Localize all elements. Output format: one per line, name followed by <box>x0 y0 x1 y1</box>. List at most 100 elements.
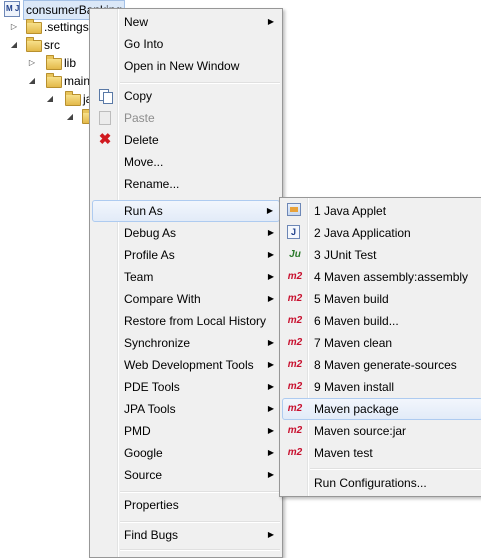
run-as-maven-assembly[interactable]: m2 4 Maven assembly:assembly <box>282 266 481 288</box>
submenu-arrow-icon: ▶ <box>267 228 274 237</box>
menu-item-label: Run Configurations... <box>314 476 427 490</box>
menu-item-pmd[interactable]: PMD ▶ <box>92 420 280 442</box>
run-as-java-applet[interactable]: 1 Java Applet <box>282 200 481 222</box>
menu-item-jpa-tools[interactable]: JPA Tools ▶ <box>92 398 280 420</box>
menu-item-label: Maven source:jar <box>314 424 407 438</box>
menu-item-find-bugs[interactable]: Find Bugs ▶ <box>92 524 280 546</box>
menu-item-go-into[interactable]: Go Into <box>92 33 280 55</box>
menu-item-delete[interactable]: ✖ Delete <box>92 129 280 151</box>
run-configurations[interactable]: Run Configurations... <box>282 472 481 494</box>
collapse-arrow-icon[interactable]: ◢ <box>8 36 20 54</box>
tree-row-lib[interactable]: ▷ lib <box>0 54 90 72</box>
menu-item-label: 6 Maven build... <box>314 314 399 328</box>
menu-item-label: Run As <box>124 204 163 218</box>
run-as-maven-test[interactable]: m2 Maven test <box>282 442 481 464</box>
menu-item-debug-as[interactable]: Debug As ▶ <box>92 222 280 244</box>
tree-row-java[interactable]: ◢ ja <box>0 90 92 108</box>
menu-separator <box>120 521 280 523</box>
menu-item-restore-from-local-history[interactable]: Restore from Local History <box>92 310 280 332</box>
submenu-arrow-icon: ▶ <box>267 338 274 347</box>
tree-item-label: lib <box>64 56 77 70</box>
java-project-icon: M J <box>4 1 20 17</box>
tree-row-package[interactable]: ◢ <box>0 108 98 126</box>
menu-item-label: PMD <box>124 424 151 438</box>
menu-item-compare-with[interactable]: Compare With ▶ <box>92 288 280 310</box>
menu-item-label: 4 Maven assembly:assembly <box>314 270 469 284</box>
menu-item-move[interactable]: Move... <box>92 151 280 173</box>
submenu-arrow-icon: ▶ <box>267 360 274 369</box>
run-as-junit-test[interactable]: Ju 3 JUnit Test <box>282 244 481 266</box>
menu-item-properties[interactable]: Properties <box>92 494 280 516</box>
submenu-arrow-icon: ▶ <box>267 404 274 413</box>
menu-item-synchronize[interactable]: Synchronize ▶ <box>92 332 280 354</box>
submenu-arrow-icon: ▶ <box>267 426 274 435</box>
run-as-submenu: 1 Java Applet J 2 Java Application Ju 3 … <box>279 197 481 497</box>
menu-item-label: Google <box>124 446 163 460</box>
menu-item-open-in-new-window[interactable]: Open in New Window <box>92 55 280 77</box>
collapse-arrow-icon[interactable]: ◢ <box>64 108 76 126</box>
run-as-maven-build[interactable]: m2 5 Maven build <box>282 288 481 310</box>
maven-icon: m2 <box>287 359 303 370</box>
submenu-arrow-icon: ▶ <box>267 294 274 303</box>
menu-item-label: Go Into <box>124 37 164 51</box>
maven-icon: m2 <box>287 447 303 458</box>
run-as-maven-clean[interactable]: m2 7 Maven clean <box>282 332 481 354</box>
run-as-java-application[interactable]: J 2 Java Application <box>282 222 481 244</box>
submenu-arrow-icon: ▶ <box>267 250 274 259</box>
submenu-arrow-icon: ▶ <box>267 530 274 539</box>
menu-separator <box>310 468 481 470</box>
menu-item-team[interactable]: Team ▶ <box>92 266 280 288</box>
menu-item-google[interactable]: Google ▶ <box>92 442 280 464</box>
menu-item-label: PDE Tools <box>124 380 180 394</box>
menu-item-pde-tools[interactable]: PDE Tools ▶ <box>92 376 280 398</box>
context-menu: New ▶ Go Into Open in New Window Copy Pa… <box>89 8 283 558</box>
collapse-arrow-icon[interactable]: ◢ <box>26 72 38 90</box>
menu-item-copy[interactable]: Copy <box>92 85 280 107</box>
maven-icon: m2 <box>287 337 303 348</box>
menu-item-label: Profile As <box>124 248 175 262</box>
menu-item-web-development-tools[interactable]: Web Development Tools ▶ <box>92 354 280 376</box>
menu-item-label: 2 Java Application <box>314 226 411 240</box>
maven-icon: m2 <box>287 271 303 282</box>
java-application-icon: J <box>287 225 300 239</box>
menu-item-label: Open in New Window <box>124 59 240 73</box>
junit-icon: Ju <box>289 249 301 260</box>
tree-row-src[interactable]: ◢ src <box>0 36 90 54</box>
run-as-maven-generate-sources[interactable]: m2 8 Maven generate-sources <box>282 354 481 376</box>
menu-item-label: Synchronize <box>124 336 191 350</box>
tree-row-main[interactable]: ◢ main <box>0 72 90 90</box>
tree-row-settings[interactable]: ▷ .settings <box>0 18 90 36</box>
menu-item-source[interactable]: Source ▶ <box>92 464 280 486</box>
menu-item-label: Compare With <box>124 292 201 306</box>
menu-item-label: Team <box>124 270 154 284</box>
submenu-arrow-icon: ▶ <box>267 17 274 26</box>
menu-item-label: Properties <box>124 498 179 512</box>
run-as-maven-source-jar[interactable]: m2 Maven source:jar <box>282 420 481 442</box>
menu-item-label: New <box>124 15 149 29</box>
menu-item-profile-as[interactable]: Profile As ▶ <box>92 244 280 266</box>
menu-item-label: Source <box>124 468 163 482</box>
menu-item-label: Maven package <box>314 402 399 416</box>
menu-item-label: Web Development Tools <box>124 358 254 372</box>
menu-item-label: 1 Java Applet <box>314 204 387 218</box>
menu-item-label: Restore from Local History <box>124 314 267 328</box>
folder-icon <box>46 55 62 70</box>
menu-item-run-as[interactable]: Run As ▶ <box>92 200 280 222</box>
expand-arrow-icon[interactable]: ▷ <box>8 18 20 36</box>
menu-item-label: 7 Maven clean <box>314 336 393 350</box>
folder-icon <box>26 37 42 52</box>
run-as-maven-build-dialog[interactable]: m2 6 Maven build... <box>282 310 481 332</box>
run-as-maven-package[interactable]: m2 Maven package <box>282 398 481 420</box>
run-as-maven-install[interactable]: m2 9 Maven install <box>282 376 481 398</box>
tree-item-label: main <box>64 74 91 88</box>
menu-item-new[interactable]: New ▶ <box>92 11 280 33</box>
menu-item-label: 5 Maven build <box>314 292 389 306</box>
folder-icon <box>65 91 81 106</box>
menu-item-label: Paste <box>124 111 155 125</box>
menu-item-paste: Paste <box>92 107 280 129</box>
expand-arrow-icon[interactable]: ▷ <box>26 54 38 72</box>
menu-item-label: Find Bugs <box>124 528 179 542</box>
menu-item-label: Copy <box>124 89 153 103</box>
menu-item-rename[interactable]: Rename... <box>92 173 280 195</box>
collapse-arrow-icon[interactable]: ◢ <box>44 90 56 108</box>
